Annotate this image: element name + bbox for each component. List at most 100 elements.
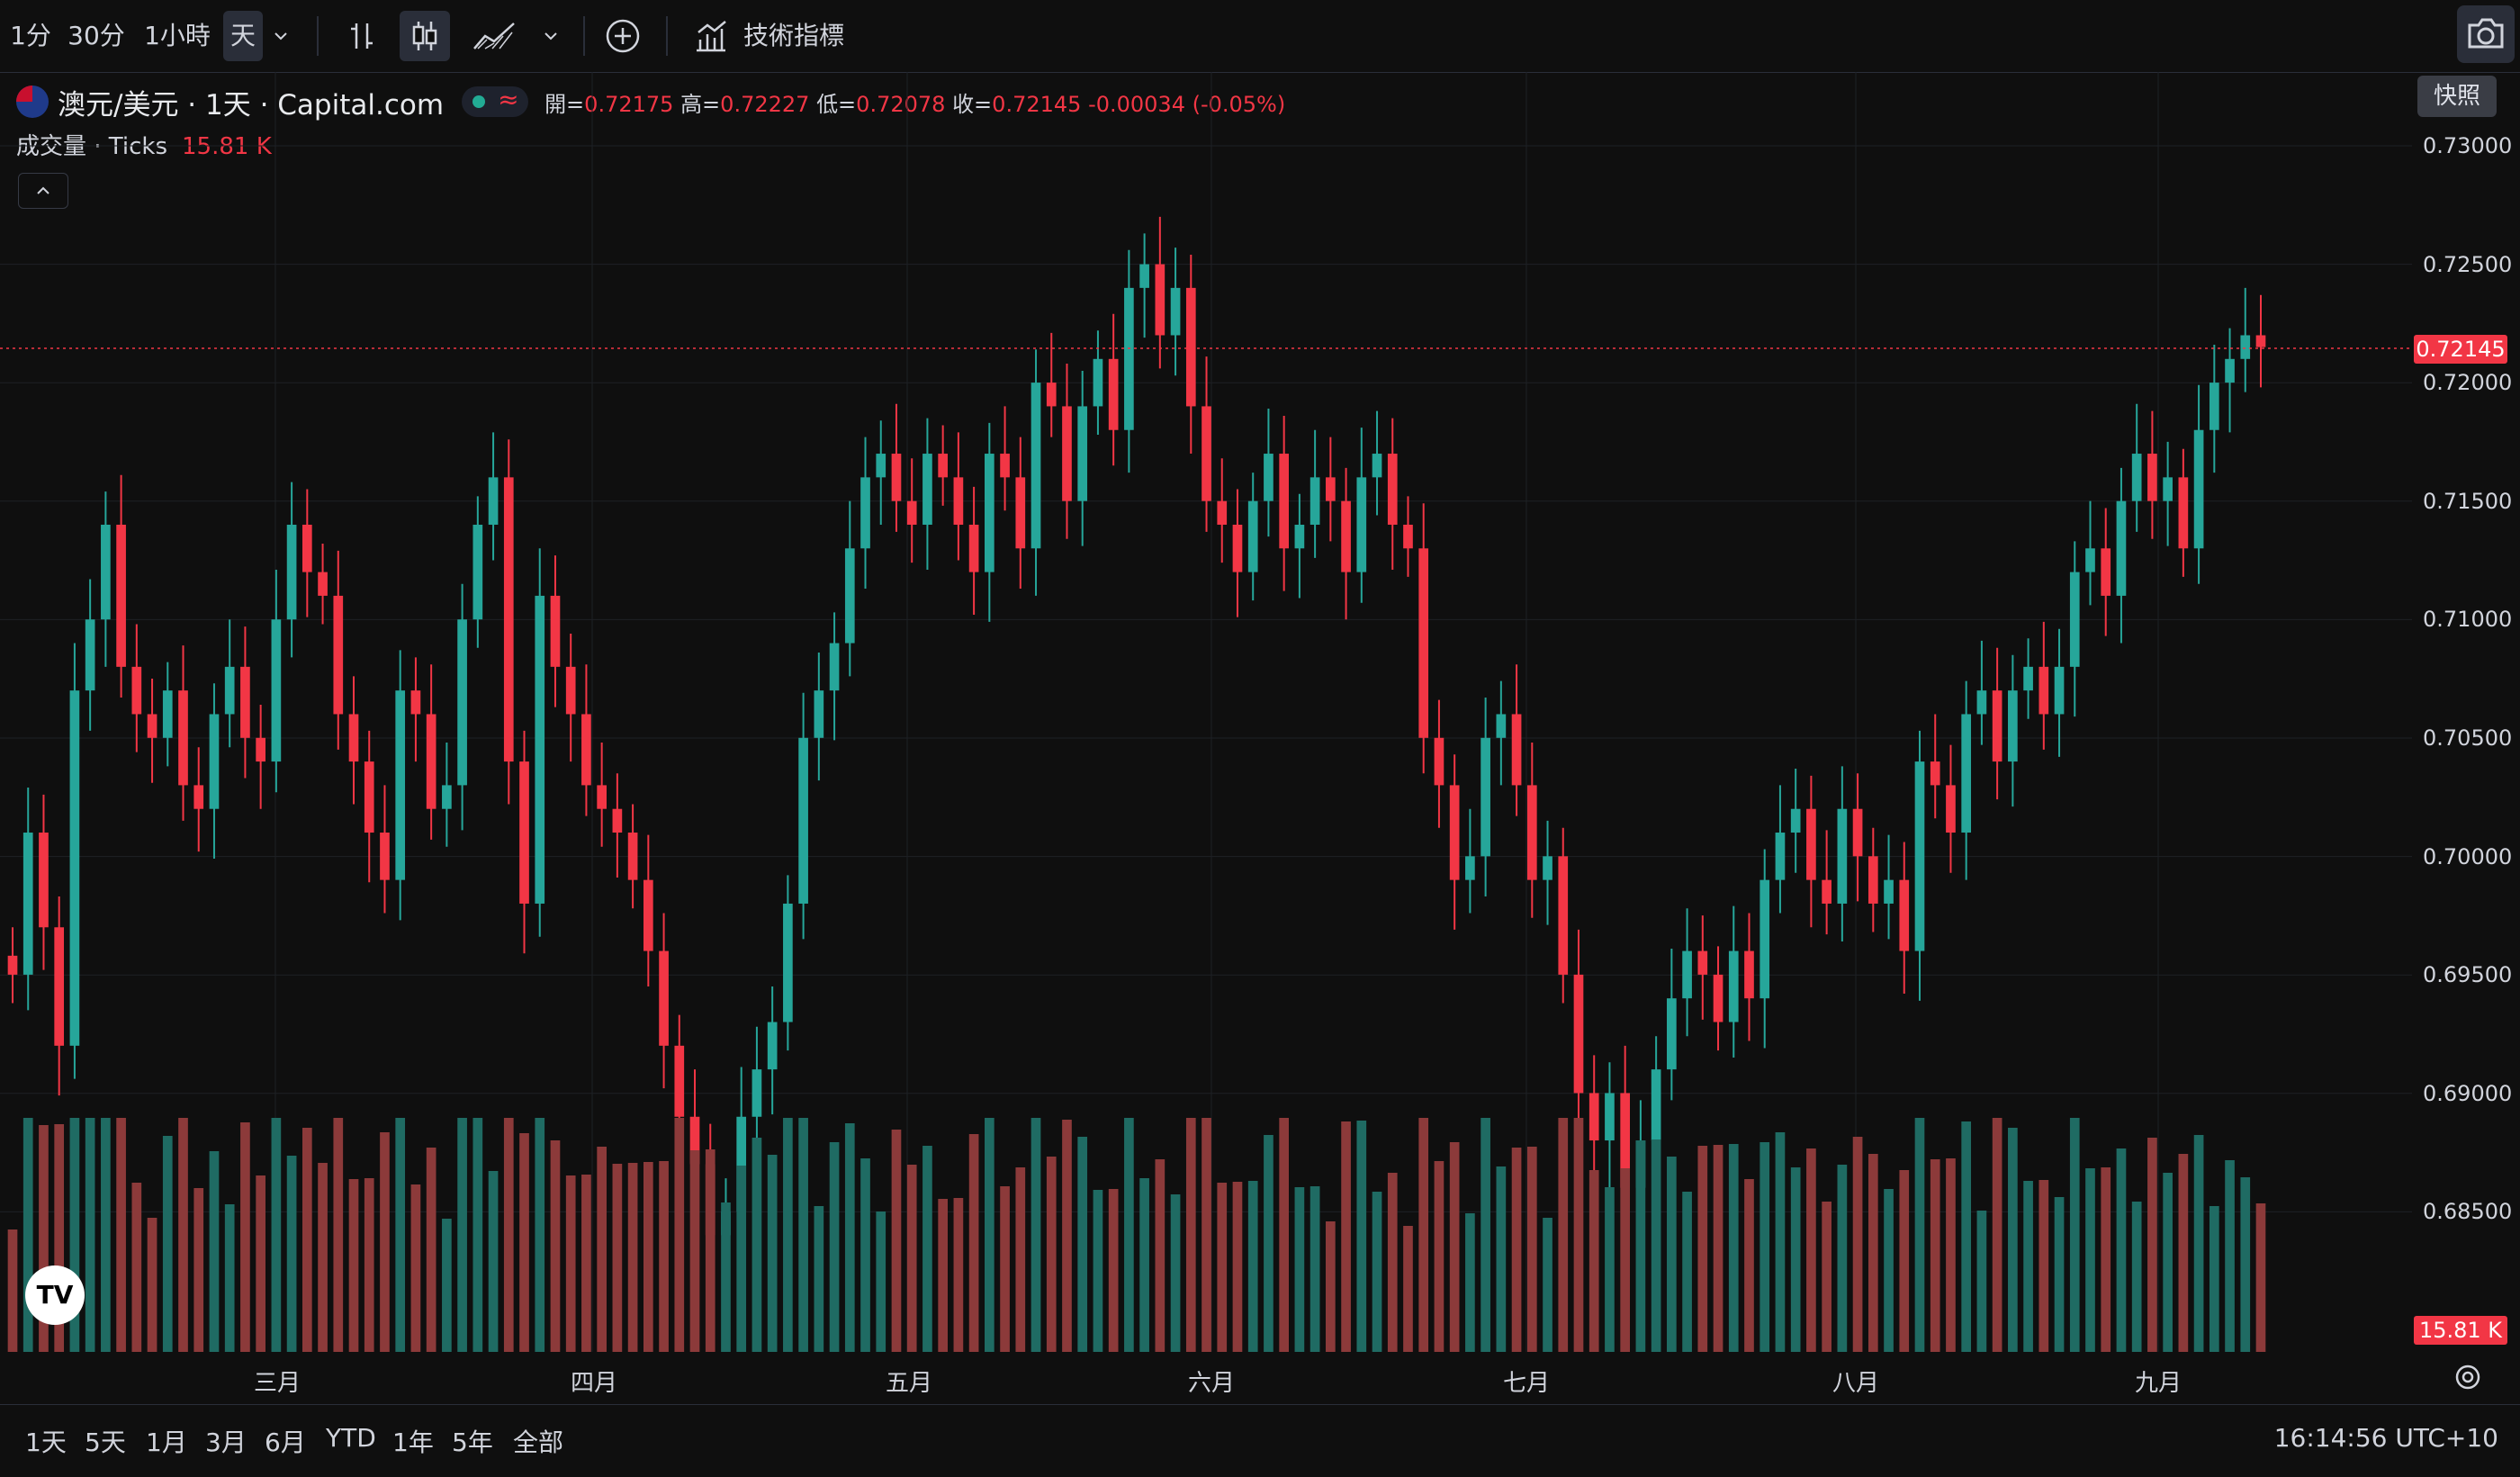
volume-bar: [798, 1118, 808, 1352]
volume-bar: [1992, 1118, 2002, 1352]
volume-bar: [2069, 1118, 2080, 1352]
volume-bar: [1806, 1148, 1816, 1352]
area-chart-type-icon[interactable]: [468, 11, 522, 61]
candle-body: [814, 690, 824, 738]
volume-bar: [1465, 1213, 1475, 1352]
candle-body: [1775, 833, 1786, 880]
candle-body: [488, 477, 499, 525]
volume-bar: [906, 1165, 917, 1352]
range-5y-button[interactable]: 5年: [452, 1423, 493, 1459]
last-price-tag: 0.72145: [2414, 335, 2507, 364]
volume-bar: [860, 1158, 870, 1352]
range-6m-button[interactable]: 6月: [265, 1423, 306, 1459]
volume-bar: [240, 1122, 250, 1352]
candle-body: [2101, 548, 2111, 596]
range-ytd-button[interactable]: YTD: [326, 1423, 376, 1453]
range-all-button[interactable]: 全部: [513, 1423, 563, 1459]
volume-bar: [1620, 1168, 1631, 1352]
candle-body: [1899, 879, 1910, 951]
range-1y-button[interactable]: 1年: [392, 1423, 434, 1459]
candle-body: [101, 524, 111, 620]
candle-body: [860, 477, 870, 549]
candle-body: [844, 548, 855, 644]
candle-body: [1202, 406, 1211, 501]
candle-body: [1605, 1093, 1615, 1141]
candle-body: [69, 690, 80, 1046]
price-chart[interactable]: [0, 72, 2412, 1352]
volume-bar: [1605, 1187, 1615, 1352]
candle-body: [2225, 358, 2235, 383]
volume-bar: [814, 1206, 824, 1352]
interval-1h-button[interactable]: 1小時: [140, 11, 214, 61]
candle-body: [1294, 524, 1305, 549]
candle-body: [224, 666, 235, 715]
volume-bar: [1000, 1186, 1010, 1352]
volume-bar: [1326, 1221, 1336, 1352]
candle-body: [1837, 808, 1848, 904]
candle-body: [1682, 950, 1692, 999]
candlestick-chart-type-icon[interactable]: [400, 11, 450, 61]
candle-body: [2147, 454, 2157, 501]
volume-bar: [22, 1118, 33, 1352]
interval-30m-button[interactable]: 30分: [67, 11, 126, 61]
bar-chart-type-icon[interactable]: [337, 11, 387, 61]
range-1m-button[interactable]: 1月: [146, 1423, 187, 1459]
candle-body: [1713, 974, 1724, 1022]
clock-timezone[interactable]: 16:14:56 UTC+10: [2274, 1423, 2498, 1453]
range-5d-button[interactable]: 5天: [85, 1423, 126, 1459]
volume-bar: [1077, 1137, 1088, 1352]
candle-body: [131, 666, 142, 715]
candle-body: [767, 1022, 778, 1070]
indicators-button[interactable]: 技術指標: [740, 11, 848, 61]
candle-body: [752, 1069, 762, 1117]
candle-body: [550, 595, 561, 667]
price-axis-label: 0.69500: [2423, 962, 2513, 988]
toolbar-divider: [666, 16, 668, 56]
indicators-icon[interactable]: [686, 11, 736, 61]
candle-body: [1946, 785, 1956, 833]
volume-bar: [721, 1202, 731, 1352]
volume-bar: [472, 1118, 483, 1352]
candle-body: [659, 950, 669, 1046]
range-1d-button[interactable]: 1天: [25, 1423, 67, 1459]
snapshot-button[interactable]: [2457, 5, 2515, 63]
volume-bar: [1232, 1182, 1243, 1352]
volume-bar: [256, 1175, 266, 1352]
volume-bar: [101, 1118, 111, 1352]
chart-type-dropdown-icon[interactable]: [533, 11, 569, 61]
time-axis[interactable]: 三月 四月 五月 六月 七月 八月 九月: [0, 1352, 2520, 1402]
candle-body: [1651, 1069, 1661, 1141]
candle-body: [1852, 808, 1863, 857]
candle-body: [1062, 406, 1072, 501]
volume-bar: [1852, 1137, 1863, 1352]
candle-body: [395, 690, 406, 880]
volume-bar: [844, 1123, 855, 1352]
add-compare-icon[interactable]: [598, 11, 648, 61]
volume-bar: [1744, 1179, 1754, 1352]
candle-body: [674, 1045, 685, 1117]
price-axis-label: 0.69000: [2423, 1080, 2513, 1106]
candle-body: [1868, 856, 1878, 904]
tradingview-logo[interactable]: TV: [25, 1265, 85, 1325]
candle-body: [798, 737, 808, 904]
interval-day-button[interactable]: 天: [223, 11, 263, 61]
candle-body: [503, 477, 514, 762]
candle-body: [1790, 808, 1801, 833]
candle-body: [302, 524, 312, 572]
volume-bar: [1155, 1159, 1166, 1352]
candle-body: [209, 714, 220, 809]
candle-body: [1511, 714, 1522, 786]
candle-body: [1930, 761, 1940, 786]
candle-body: [2255, 335, 2266, 347]
volume-bar: [271, 1118, 282, 1352]
range-3m-button[interactable]: 3月: [205, 1423, 247, 1459]
candle-body: [1667, 998, 1677, 1070]
gear-icon[interactable]: [2452, 1361, 2484, 1397]
candle-body: [1558, 856, 1569, 975]
interval-1m-button[interactable]: 1分: [7, 11, 54, 61]
volume-bar: [1899, 1170, 1910, 1352]
candle-body: [519, 761, 529, 904]
candle-body: [922, 454, 932, 525]
interval-dropdown-icon[interactable]: [263, 11, 299, 61]
volume-bar: [968, 1134, 979, 1352]
